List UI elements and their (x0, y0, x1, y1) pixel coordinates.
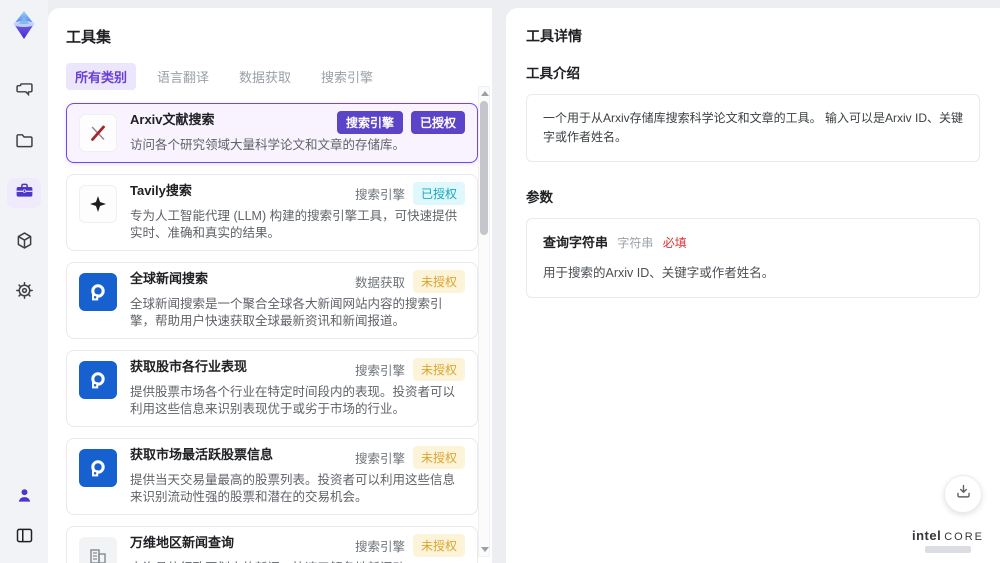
rail-nav (7, 78, 41, 308)
tab-data-fetching[interactable]: 数据获取 (230, 63, 300, 90)
tool-card-regional-news[interactable]: 万维地区新闻查询 搜索引擎 未授权 查询具体行政区划内的新闻，快速了解各地新闻动 (66, 526, 478, 563)
tool-name: 获取市场最活跃股票信息 (130, 447, 274, 462)
tool-badges: 搜索引擎 未授权 (355, 446, 465, 469)
tool-badges: 数据获取 未授权 (355, 270, 465, 293)
tool-name: 全球新闻搜索 (130, 271, 209, 286)
sidebar-item-user[interactable] (7, 483, 41, 513)
auth-status-badge: 未授权 (412, 358, 465, 381)
sidebar-item-collapse[interactable] (7, 523, 41, 553)
tool-badges: 搜索引擎 已授权 (355, 182, 465, 205)
param-name: 查询字符串 (543, 235, 609, 251)
download-icon (954, 482, 973, 506)
gem-logo (7, 8, 41, 42)
param-description: 用于搜索的Arxiv ID、关键字或作者姓名。 (543, 266, 775, 281)
tool-card-active-stocks[interactable]: 获取市场最活跃股票信息 搜索引擎 未授权 提供当天交易量最高的股票列表。投资者可… (66, 438, 478, 515)
arxiv-icon (79, 114, 117, 152)
tool-description: 提供股票市场各个行业在特定时间段内的表现。投资者可以利用这些信息来识别表现优于或… (130, 385, 456, 416)
tab-search-engine[interactable]: 搜索引擎 (312, 63, 382, 90)
category-label: 搜索引擎 (354, 452, 405, 466)
sidebar-item-settings[interactable] (7, 278, 41, 308)
category-badge: 搜索引擎 (336, 111, 403, 134)
core-wordmark: CORE (944, 531, 984, 543)
tool-badges: 搜索引擎 未授权 (355, 534, 465, 557)
stock-icon (79, 361, 117, 399)
sidebar-item-packages[interactable] (7, 228, 41, 258)
tool-card-sector-performance[interactable]: 获取股市各行业表现 搜索引擎 未授权 提供股票市场各个行业在特定时间段内的表现。… (66, 350, 478, 427)
scrollbar-thumb[interactable] (480, 101, 488, 235)
tools-panel: 工具集 所有类别 语言翻译 数据获取 搜索引擎 Arxiv文献搜索 搜索引擎 已… (48, 8, 492, 563)
intel-core-logo: intel CORE (912, 528, 984, 553)
intro-heading: 工具介绍 (526, 66, 580, 81)
auth-status-badge: 已授权 (410, 111, 465, 134)
tool-description: 提供当天交易量最高的股票列表。投资者可以利用这些信息来识别流动性强的股票和潜在的… (130, 473, 456, 504)
tool-description: 专为人工智能代理 (LLM) 构建的搜索引擎工具，可快速提供实时、准确和真实的结… (130, 209, 458, 240)
auth-status-badge: 已授权 (412, 182, 465, 205)
tool-name: 获取股市各行业表现 (130, 359, 248, 374)
brand-subline (924, 546, 971, 553)
param-required-badge: 必填 (662, 236, 687, 251)
chat-icon (14, 80, 35, 106)
panel-layout-icon (14, 525, 35, 551)
tool-details-panel: 工具详情 工具介绍 一个用于从Arxiv存储库搜索科学论文和文章的工具。 输入可… (506, 8, 1000, 563)
app-rail (0, 0, 48, 563)
tool-name: Arxiv文献搜索 (130, 112, 215, 127)
category-label: 搜索引擎 (354, 188, 405, 202)
tool-list: Arxiv文献搜索 搜索引擎 已授权 访问各个研究领域大量科学论文和文章的存储库… (66, 103, 478, 563)
tool-card-global-news[interactable]: 全球新闻搜索 数据获取 未授权 全球新闻搜索是一个聚合全球各大新闻网站内容的搜索… (66, 262, 478, 339)
tool-name: Tavily搜索 (130, 183, 192, 198)
sparkle-icon (79, 185, 117, 223)
tab-all-categories[interactable]: 所有类别 (66, 63, 137, 90)
category-label: 搜索引擎 (354, 540, 405, 554)
gear-icon (14, 280, 35, 306)
stock-icon (79, 449, 117, 487)
rail-bottom (7, 483, 41, 553)
folder-icon (14, 130, 35, 156)
param-header: 查询字符串 字符串 必填 (543, 233, 963, 254)
tool-name: 万维地区新闻查询 (130, 535, 235, 550)
auth-status-badge: 未授权 (412, 534, 465, 557)
page-title: 工具集 (66, 29, 112, 46)
category-label: 搜索引擎 (354, 364, 405, 378)
tool-description: 全球新闻搜索是一个聚合全球各大新闻网站内容的搜索引擎，帮助用户快速获取全球最新资… (130, 297, 443, 328)
tool-badges: 搜索引擎 未授权 (355, 358, 465, 381)
auth-status-badge: 未授权 (412, 270, 465, 293)
param-box: 查询字符串 字符串 必填 用于搜索的Arxiv ID、关键字或作者姓名。 (526, 218, 980, 299)
tool-badges: 搜索引擎 已授权 (336, 111, 465, 134)
scroll-up-arrow-icon[interactable] (481, 91, 489, 96)
tool-description: 访问各个研究领域大量科学论文和文章的存储库。 (130, 138, 406, 152)
download-button[interactable] (944, 475, 982, 513)
params-heading: 参数 (526, 190, 553, 206)
param-type: 字符串 (617, 236, 654, 251)
building-icon (79, 537, 117, 563)
user-icon (14, 485, 35, 511)
intel-wordmark: intel (911, 528, 942, 543)
scroll-down-arrow-icon[interactable] (481, 547, 489, 552)
category-label: 数据获取 (354, 276, 405, 290)
tool-card-arxiv[interactable]: Arxiv文献搜索 搜索引擎 已授权 访问各个研究领域大量科学论文和文章的存储库… (66, 103, 478, 163)
globe-news-icon (79, 273, 117, 311)
auth-status-badge: 未授权 (412, 446, 465, 469)
details-title: 工具详情 (526, 28, 582, 44)
sidebar-item-files[interactable] (7, 128, 41, 158)
sidebar-item-chat[interactable] (7, 78, 41, 108)
briefcase-icon (14, 180, 35, 206)
tool-card-tavily[interactable]: Tavily搜索 搜索引擎 已授权 专为人工智能代理 (LLM) 构建的搜索引擎… (66, 174, 478, 251)
tool-list-scrollbar[interactable] (478, 86, 490, 557)
tab-language-translation[interactable]: 语言翻译 (148, 63, 218, 90)
cube-icon (14, 230, 35, 256)
intro-box: 一个用于从Arxiv存储库搜索科学论文和文章的工具。 输入可以是Arxiv ID… (526, 94, 980, 163)
sidebar-item-tools[interactable] (7, 178, 41, 208)
category-tabs: 所有类别 语言翻译 数据获取 搜索引擎 (66, 63, 476, 90)
